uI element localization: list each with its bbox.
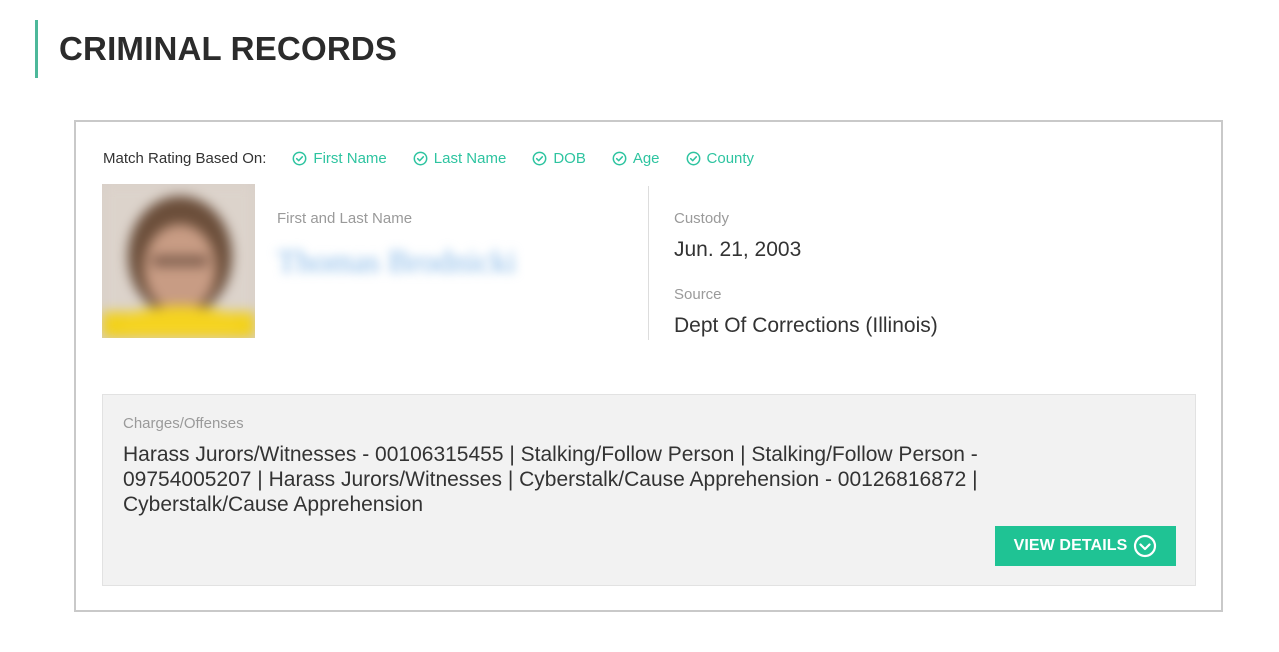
match-criterion-dob: DOB xyxy=(532,150,586,167)
name-block: First and Last Name Thomas Brodnicki xyxy=(277,210,516,280)
section-title: CRIMINAL RECORDS xyxy=(59,30,398,67)
match-criterion-first-name: First Name xyxy=(292,149,387,167)
match-criterion-label: County xyxy=(706,149,755,167)
check-circle-icon xyxy=(612,151,627,165)
check-circle-icon xyxy=(686,151,700,165)
match-criterion-label: Last Name xyxy=(433,149,507,167)
vertical-divider xyxy=(648,186,649,340)
charges-label: Charges/Offenses xyxy=(123,415,244,432)
check-circle-icon xyxy=(292,151,307,165)
match-rating-row: Match Rating Based On: First Name Last N… xyxy=(103,147,780,169)
source-value: Dept Of Corrections (Illinois) xyxy=(674,314,938,337)
match-criterion-label: First Name xyxy=(313,149,387,167)
chevron-down-circle-icon xyxy=(1134,534,1157,558)
section-header: CRIMINAL RECORDS xyxy=(35,20,397,78)
match-rating-label: Match Rating Based On: xyxy=(103,149,267,167)
custody-block: Custody Jun. 21, 2003 Source Dept Of Cor… xyxy=(674,210,938,338)
mugshot-image xyxy=(102,184,255,338)
criminal-record-card: Match Rating Based On: First Name Last N… xyxy=(74,120,1223,612)
mugshot-photo xyxy=(102,184,255,338)
match-criterion-label: DOB xyxy=(553,149,586,167)
match-criterion-county: County xyxy=(686,149,755,167)
charges-panel: Charges/Offenses Harass Jurors/Witnesses… xyxy=(102,394,1196,586)
view-details-button[interactable]: VIEW DETAILS xyxy=(995,526,1176,566)
match-criterion-label: Age xyxy=(632,149,660,167)
check-circle-icon xyxy=(532,151,547,165)
check-circle-icon xyxy=(413,151,428,165)
custody-value: Jun. 21, 2003 xyxy=(674,238,802,261)
view-details-label: VIEW DETAILS xyxy=(1013,537,1128,554)
source-label: Source xyxy=(674,286,722,303)
page: CRIMINAL RECORDS Match Rating Based On: … xyxy=(0,0,1279,652)
name-label: First and Last Name xyxy=(277,210,413,227)
match-criterion-age: Age xyxy=(612,150,660,167)
name-value: Thomas Brodnicki xyxy=(277,243,517,279)
charges-text: Harass Jurors/Witnesses - 00106315455 | … xyxy=(123,443,978,516)
match-criterion-last-name: Last Name xyxy=(413,149,507,167)
custody-label: Custody xyxy=(674,210,730,227)
